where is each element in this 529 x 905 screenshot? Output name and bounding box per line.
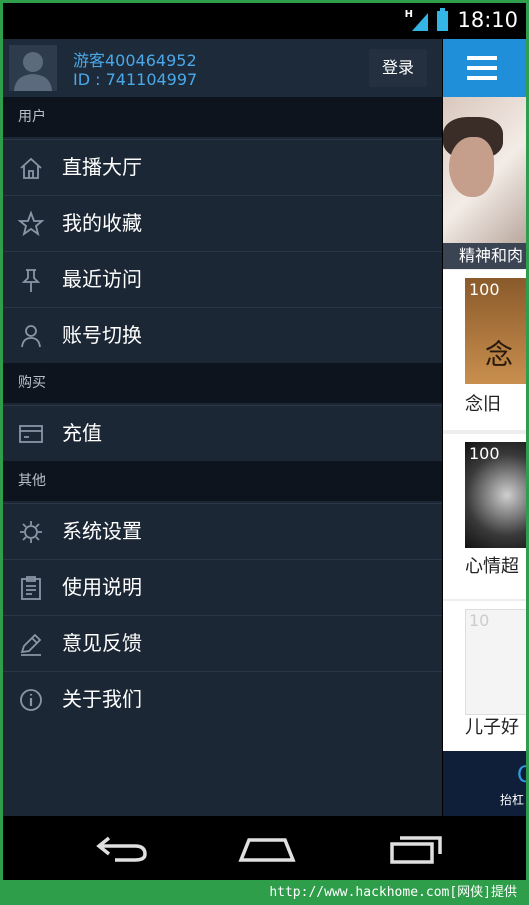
viewer-count: 100 (469, 280, 500, 299)
clipboard-icon (17, 574, 45, 602)
menu-item-user[interactable]: 账号切换 (3, 307, 442, 363)
main-content: 精神和肉 念 100 念旧 100 心情超 10 儿子好 Q 抬杠 (442, 39, 526, 816)
menu-item-star[interactable]: 我的收藏 (3, 195, 442, 251)
menu-item-clipboard[interactable]: 使用说明 (3, 559, 442, 615)
room-card[interactable]: 10 儿子好 (443, 601, 526, 751)
username: 游客400464952 (73, 51, 197, 70)
menu-item-home[interactable]: 直播大厅 (3, 139, 442, 195)
menu-item-card[interactable]: 充值 (3, 405, 442, 461)
star-icon (17, 210, 45, 238)
info-icon (17, 686, 45, 714)
login-button[interactable]: 登录 (369, 49, 427, 87)
bottom-tab-bar: Q 抬杠 (443, 751, 526, 816)
pin-icon (17, 266, 45, 294)
user-icon (17, 322, 45, 350)
menu-item-label: 系统设置 (62, 519, 142, 543)
battery-icon (437, 8, 448, 31)
avatar[interactable] (9, 45, 57, 91)
banner-caption: 精神和肉 (443, 243, 526, 269)
menu-item-label: 直播大厅 (62, 155, 142, 179)
menu-item-label: 意见反馈 (62, 631, 142, 655)
source-footer: http://www.hackhome.com[网侠]提供 (0, 880, 529, 905)
navigation-drawer: 游客400464952 ID : 741104997 登录 用户直播大厅我的收藏… (3, 39, 442, 816)
viewer-count: 10 (469, 611, 490, 630)
system-navigation-bar (3, 816, 526, 880)
menu-item-label: 我的收藏 (62, 211, 142, 235)
status-bar: H 18:10 (3, 3, 526, 39)
banner-image[interactable] (443, 97, 526, 243)
clock: 18:10 (457, 8, 518, 32)
profile-header: 游客400464952 ID : 741104997 登录 (3, 39, 442, 98)
home-icon (17, 154, 45, 182)
section-header: 购买 (3, 363, 442, 403)
room-card[interactable]: 念 100 念旧 (443, 270, 526, 430)
room-title: 心情超 (465, 556, 519, 577)
viewer-count: 100 (469, 444, 500, 463)
menu-item-pencil[interactable]: 意见反馈 (3, 615, 442, 671)
room-title: 念旧 (465, 394, 501, 415)
tab-icon[interactable]: Q (517, 763, 526, 788)
card-icon (17, 420, 45, 448)
menu-item-info[interactable]: 关于我们 (3, 671, 442, 727)
menu-item-label: 最近访问 (62, 267, 142, 291)
tab-label[interactable]: 抬杠 (500, 791, 524, 808)
home-nav-icon[interactable] (237, 830, 297, 866)
hamburger-menu-icon[interactable] (467, 56, 497, 80)
menu-item-label: 充值 (62, 421, 102, 445)
pencil-icon (17, 630, 45, 658)
menu-item-label: 关于我们 (62, 687, 142, 711)
section-header: 用户 (3, 97, 442, 137)
back-icon[interactable] (91, 830, 151, 866)
signal-icon (412, 13, 428, 35)
room-card[interactable]: 100 心情超 (443, 434, 526, 599)
menu-item-pin[interactable]: 最近访问 (3, 251, 442, 307)
section-header: 其他 (3, 461, 442, 501)
phone-screen: H 18:10 游客400464952 ID : 741104997 登录 用户… (3, 3, 526, 880)
gear-icon (17, 518, 45, 546)
recent-apps-icon[interactable] (386, 830, 446, 866)
menu-item-label: 账号切换 (62, 323, 142, 347)
user-id: ID : 741104997 (73, 70, 198, 89)
menu-item-label: 使用说明 (62, 575, 142, 599)
room-title: 儿子好 (465, 717, 519, 738)
menu-item-gear[interactable]: 系统设置 (3, 503, 442, 559)
top-bar (443, 39, 526, 97)
